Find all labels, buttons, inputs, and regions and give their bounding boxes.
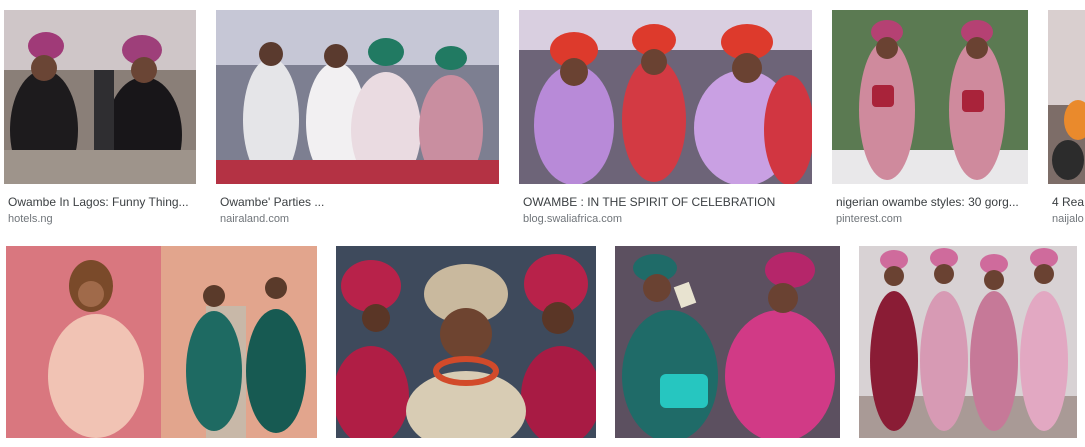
partial-photo-icon (1048, 10, 1085, 184)
result-title-5[interactable]: 4 Rea (1052, 194, 1085, 210)
result-thumbnail-6[interactable] (6, 246, 317, 438)
lace-dress-photo-icon (6, 246, 317, 438)
image-result-7[interactable] (336, 246, 596, 438)
party-dance-photo-icon (4, 10, 196, 184)
group-aso-ebi-photo-icon (859, 246, 1077, 438)
result-thumbnail-7[interactable] (336, 246, 596, 438)
party-crowd-photo-icon (216, 10, 499, 184)
result-thumbnail-9[interactable] (859, 246, 1077, 438)
result-thumbnail-5[interactable] (1048, 10, 1085, 184)
celebration-photo-icon (519, 10, 812, 184)
image-result-3[interactable]: OWAMBE : IN THE SPIRIT OF CELEBRATION bl… (519, 10, 812, 230)
result-thumbnail-2[interactable] (216, 10, 499, 184)
image-result-2[interactable]: Owambe' Parties ... nairaland.com (216, 10, 499, 230)
result-title-3[interactable]: OWAMBE : IN THE SPIRIT OF CELEBRATION (523, 194, 816, 210)
gele-women-photo-icon (336, 246, 596, 438)
result-source-2[interactable]: nairaland.com (220, 212, 289, 226)
result-source-3[interactable]: blog.swaliafrica.com (523, 212, 622, 226)
image-result-4[interactable]: nigerian owambe styles: 30 gorg... pinte… (832, 10, 1028, 230)
image-result-1[interactable]: Owambe In Lagos: Funny Thing... hotels.n… (4, 10, 196, 230)
result-title-2[interactable]: Owambe' Parties ... (220, 194, 503, 210)
image-result-8[interactable] (615, 246, 840, 438)
result-thumbnail-3[interactable] (519, 10, 812, 184)
result-source-5[interactable]: naijalo (1052, 212, 1084, 226)
money-spraying-photo-icon (615, 246, 840, 438)
owambe-styles-photo-icon (832, 10, 1028, 184)
result-title-4[interactable]: nigerian owambe styles: 30 gorg... (836, 194, 1032, 210)
image-result-5[interactable]: 4 Rea naijalo (1048, 10, 1085, 230)
result-thumbnail-1[interactable] (4, 10, 196, 184)
image-result-9[interactable] (859, 246, 1077, 438)
result-source-4[interactable]: pinterest.com (836, 212, 902, 226)
result-thumbnail-8[interactable] (615, 246, 840, 438)
result-title-1[interactable]: Owambe In Lagos: Funny Thing... (8, 194, 200, 210)
result-source-1[interactable]: hotels.ng (8, 212, 53, 226)
image-result-6[interactable] (6, 246, 317, 438)
result-thumbnail-4[interactable] (832, 10, 1028, 184)
